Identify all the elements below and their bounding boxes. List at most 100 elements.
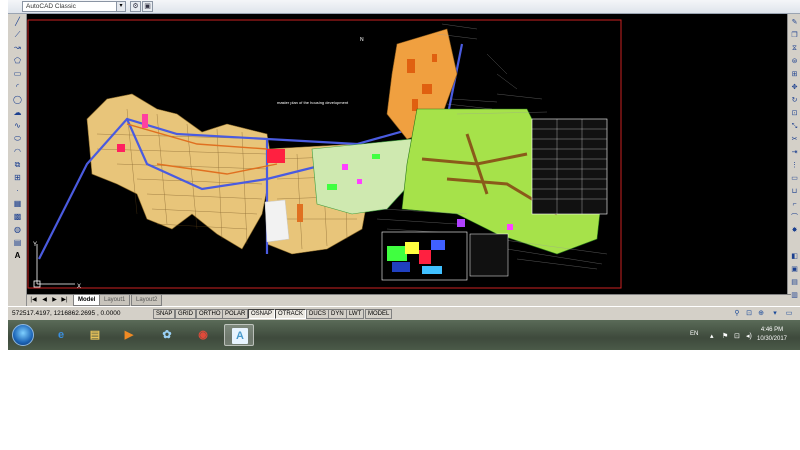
point-icon[interactable]: · bbox=[11, 185, 24, 196]
system-clock[interactable]: 4:46 PM 10/30/2017 bbox=[750, 326, 794, 344]
toolbar-unlock-icon[interactable]: ⊡ bbox=[744, 309, 754, 319]
internet-explorer-icon: e bbox=[57, 329, 65, 341]
clean-screen-icon[interactable]: ▭ bbox=[784, 309, 794, 319]
gradient-icon[interactable]: ▩ bbox=[11, 211, 24, 222]
region-icon[interactable]: ◍ bbox=[11, 224, 24, 235]
hatch-icon[interactable]: ▦ bbox=[11, 198, 24, 209]
make-block-icon[interactable]: ⊞ bbox=[11, 172, 24, 183]
otrack-toggle[interactable]: OTRACK bbox=[275, 309, 307, 319]
model-toggle[interactable]: MODEL bbox=[365, 309, 393, 319]
site-plan-drawing: master plan of the housing development N… bbox=[27, 19, 622, 290]
polyline-icon[interactable]: ↝ bbox=[11, 42, 24, 53]
clock-date: 10/30/2017 bbox=[756, 336, 788, 342]
tab-model[interactable]: Model bbox=[73, 295, 101, 306]
match-properties-icon[interactable]: ▤ bbox=[789, 278, 800, 288]
multiline-text-icon[interactable]: A bbox=[11, 250, 24, 261]
erase-icon[interactable]: ✎ bbox=[789, 18, 800, 28]
status-bar: 572517.4197, 1216862.2695 , 0.0000 SNAP … bbox=[8, 306, 800, 320]
extend-icon[interactable]: ⇥ bbox=[789, 148, 800, 158]
coordinate-readout[interactable]: 572517.4197, 1216862.2695 , 0.0000 bbox=[12, 309, 152, 319]
move-icon[interactable]: ✥ bbox=[789, 83, 800, 93]
arc-icon[interactable]: ◜ bbox=[11, 81, 24, 92]
annotation-scale-icon[interactable]: ⊕ bbox=[756, 309, 766, 319]
system-tray: EN ▴ ⚑ ⊡ ◂) 4:46 PM 10/30/2017 bbox=[670, 320, 800, 350]
autocad-taskbar-button[interactable]: A bbox=[224, 324, 254, 346]
chevron-down-icon[interactable]: ▾ bbox=[116, 1, 126, 12]
rectangle-icon[interactable]: ▭ bbox=[11, 68, 24, 79]
stretch-icon[interactable]: ⤡ bbox=[789, 122, 800, 132]
copy-icon[interactable]: ❐ bbox=[789, 31, 800, 41]
start-button[interactable] bbox=[12, 324, 34, 346]
rotate-icon[interactable]: ↻ bbox=[789, 96, 800, 106]
revision-cloud-icon[interactable]: ☁ bbox=[11, 107, 24, 118]
scale-icon[interactable]: ⊡ bbox=[789, 109, 800, 119]
show-hidden-icons-icon[interactable]: ▴ bbox=[710, 332, 714, 340]
drawing-area[interactable]: master plan of the housing development N… bbox=[27, 14, 791, 294]
join-icon[interactable]: ⊔ bbox=[789, 187, 800, 197]
open-space bbox=[264, 199, 290, 243]
workspace-settings-icon[interactable]: ⚙ bbox=[130, 1, 141, 12]
language-indicator[interactable]: EN bbox=[690, 331, 698, 337]
file-explorer-taskbar-button[interactable]: ▤ bbox=[80, 324, 110, 346]
ducs-toggle[interactable]: DUCS bbox=[306, 309, 330, 319]
table-icon[interactable]: ▤ bbox=[11, 237, 24, 248]
last-tab-icon[interactable]: ▶| bbox=[60, 296, 69, 305]
dyn-toggle[interactable]: DYN bbox=[328, 309, 347, 319]
sync-app-icon: ✿ bbox=[162, 329, 172, 341]
line-icon[interactable]: ╱ bbox=[11, 16, 24, 27]
array-icon[interactable]: ⊞ bbox=[789, 70, 800, 80]
desktop-screen: AutoCAD Classic ▾ ⚙ ▣ ╱ ⟋ ↝ ⬠ ▭ ◜ ◯ ☁ ∿ … bbox=[8, 0, 800, 350]
ellipse-arc-icon[interactable]: ◠ bbox=[11, 146, 24, 157]
toolbar-lock-icon[interactable]: ▣ bbox=[142, 1, 153, 12]
media-player-taskbar-button[interactable]: ▶ bbox=[114, 324, 144, 346]
windows-taskbar: e ▤ ▶ ✿ ◉ A EN ▴ ⚑ ⊡ ◂) 4:46 PM 10/30/20… bbox=[8, 320, 800, 350]
plan-title: master plan of the housing development bbox=[277, 100, 349, 105]
construction-line-icon[interactable]: ⟋ bbox=[11, 29, 24, 40]
spline-icon[interactable]: ∿ bbox=[11, 120, 24, 131]
action-center-flag-icon[interactable]: ⚑ bbox=[722, 332, 728, 340]
ucs-x-label: X bbox=[77, 284, 81, 290]
ortho-toggle[interactable]: ORTHO bbox=[196, 309, 224, 319]
offset-icon[interactable]: ⊜ bbox=[789, 57, 800, 67]
layout-tabs-bar: |◀ ◀ ▶ ▶| Model Layout1 Layout2 bbox=[27, 294, 791, 306]
trim-icon[interactable]: ✂ bbox=[789, 135, 800, 145]
workspace-toolbar: AutoCAD Classic ▾ ⚙ ▣ bbox=[8, 0, 800, 14]
chamfer-icon[interactable]: ⌐ bbox=[789, 200, 800, 210]
sync-app-taskbar-button[interactable]: ✿ bbox=[152, 324, 182, 346]
residential-zone-west bbox=[86, 93, 273, 250]
draw-toolbar: ╱ ⟋ ↝ ⬠ ▭ ◜ ◯ ☁ ∿ ⬭ ◠ ⧉ ⊞ · ▦ ▩ ◍ ▤ A bbox=[8, 14, 27, 308]
polygon-icon[interactable]: ⬠ bbox=[11, 55, 24, 66]
polar-toggle[interactable]: POLAR bbox=[222, 309, 249, 319]
snap-toggle[interactable]: SNAP bbox=[153, 309, 176, 319]
workspace-select[interactable]: AutoCAD Classic bbox=[22, 1, 126, 12]
internet-explorer-taskbar-button[interactable]: e bbox=[46, 324, 76, 346]
north-label: N bbox=[360, 37, 364, 43]
communication-center-icon[interactable]: ⚲ bbox=[732, 309, 742, 319]
fillet-icon[interactable]: ⌒ bbox=[789, 213, 800, 223]
mirror-icon[interactable]: ⧖ bbox=[789, 44, 800, 54]
explode-icon[interactable]: ✸ bbox=[789, 226, 800, 236]
lwt-toggle[interactable]: LWT bbox=[346, 309, 365, 319]
properties-icon[interactable]: ▣ bbox=[789, 265, 800, 275]
tab-layout2[interactable]: Layout2 bbox=[131, 295, 163, 306]
first-tab-icon[interactable]: |◀ bbox=[29, 296, 38, 305]
chrome-taskbar-button[interactable]: ◉ bbox=[188, 324, 218, 346]
inset-table bbox=[469, 233, 509, 277]
commercial-block bbox=[267, 149, 285, 163]
ellipse-icon[interactable]: ⬭ bbox=[11, 133, 24, 144]
break-at-point-icon[interactable]: ⋮ bbox=[789, 161, 800, 171]
previous-tab-icon[interactable]: ◀ bbox=[40, 296, 49, 305]
ucs-icon bbox=[33, 244, 75, 288]
insert-block-icon[interactable]: ⧉ bbox=[11, 159, 24, 170]
next-tab-icon[interactable]: ▶ bbox=[50, 296, 59, 305]
tab-layout1[interactable]: Layout1 bbox=[99, 295, 131, 306]
circle-icon[interactable]: ◯ bbox=[11, 94, 24, 105]
grid-toggle[interactable]: GRID bbox=[175, 309, 196, 319]
chevron-down-icon[interactable]: ▾ bbox=[770, 309, 780, 319]
chrome-icon: ◉ bbox=[198, 329, 208, 341]
layer-icon[interactable]: ◧ bbox=[789, 252, 800, 262]
legend-table bbox=[531, 118, 608, 215]
osnap-toggle[interactable]: OSNAP bbox=[248, 309, 276, 319]
network-icon[interactable]: ⊡ bbox=[734, 332, 740, 340]
break-icon[interactable]: ▭ bbox=[789, 174, 800, 184]
